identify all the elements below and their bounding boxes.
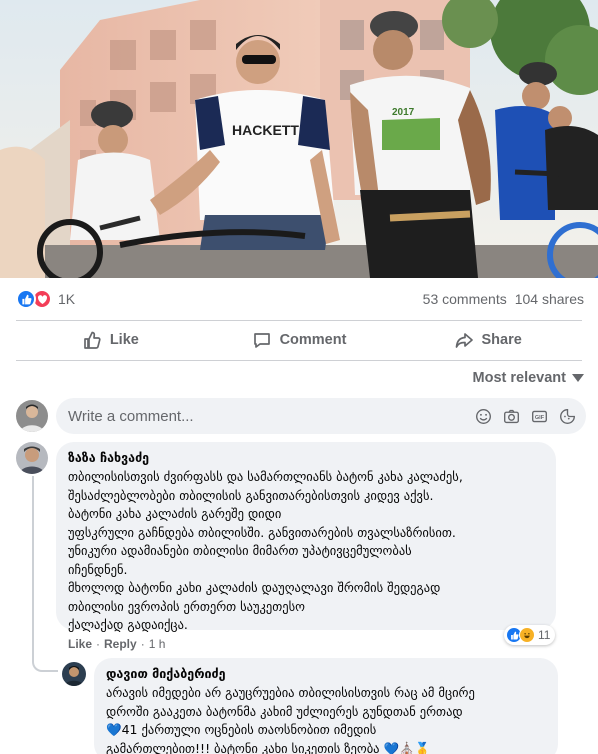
like-button-label: Like — [109, 332, 139, 348]
reply-line: გამართლებით!!! ბატონი კახი სიკეთის ზეობა… — [106, 740, 431, 754]
comment-input-box: GIF — [56, 398, 586, 434]
shirt-event-text: 2017 — [392, 107, 415, 118]
comment-bubble: ზაზა ჩახვაძე თბილისისთვის ძვირფასს და სა… — [56, 442, 556, 632]
like-reaction-icon — [16, 289, 36, 309]
blue-heart-emoji: 💙 — [383, 740, 400, 754]
comment-reaction-count: 11 — [538, 628, 551, 642]
comment-button-label: Comment — [279, 332, 347, 348]
reaction-icons[interactable] — [16, 289, 52, 309]
comment-text: თბილისისთვის ძვირფასს და სამართლიანს ბატ… — [68, 468, 544, 635]
reaction-count[interactable]: 1K — [58, 291, 75, 307]
comment-line: უფსკრული გაჩნდება თბილისში. განვითარების… — [68, 524, 456, 540]
commenter-avatar[interactable] — [16, 442, 48, 474]
like-button[interactable]: Like — [16, 321, 205, 359]
post-action-bar: Like Comment Share — [16, 321, 582, 359]
comment-author[interactable]: ზაზა ჩახვაძე — [68, 450, 544, 465]
sort-label: Most relevant — [472, 370, 566, 386]
reply-line: არავის იმედები არ გაუცრუებია თბილისისთვი… — [106, 685, 475, 700]
comment-line: ბატონი კახა კალაძის გარეშე დიდი — [68, 506, 282, 521]
comment-line: თბილისი ევროპის ერთერთ საუკეთესო — [68, 598, 305, 614]
gold-medal-emoji: 🥇 — [414, 740, 431, 754]
share-arrow-icon — [455, 333, 473, 348]
camera-icon[interactable] — [502, 407, 520, 425]
gif-icon[interactable]: GIF — [530, 407, 548, 425]
comment-meta: Like · Reply · 1 h — [68, 637, 166, 651]
current-user-avatar[interactable] — [16, 400, 48, 432]
comment-input[interactable] — [68, 407, 474, 425]
reply-line: 💙41 ქართული ოცნების თაოსნობით იმედის — [106, 722, 377, 737]
sticker-icon[interactable] — [558, 407, 576, 425]
comment-time[interactable]: 1 h — [149, 637, 166, 651]
haha-reaction-icon — [519, 627, 535, 643]
caret-down-icon — [572, 374, 584, 382]
church-emoji: ⛪ — [399, 740, 415, 754]
reply-line: დროში გააკეთა ბატონმა კახიმ უძლიერეს გუნ… — [106, 703, 463, 719]
comment-reactions[interactable]: 11 — [504, 625, 556, 645]
cycling-event-photo: HACKETT 2017 — [0, 0, 598, 278]
blue-heart-emoji: 💙 — [106, 722, 122, 737]
comment-line: იჩენდნენ. — [68, 561, 128, 577]
reply-author[interactable]: დავით მიქაბერიძე — [106, 666, 546, 681]
comment-line: მხოლოდ ბატონი კახი კალაძის დაუღალავი შრო… — [68, 580, 441, 595]
comment-reply-link[interactable]: Reply — [104, 637, 137, 651]
reply-thread-line — [32, 476, 58, 672]
thumbs-up-icon — [83, 331, 101, 349]
comment-line: უნიკური ადამიანები თბილისი მიმართ უპატივ… — [68, 543, 412, 558]
comments-count-link[interactable]: 53 comments — [423, 291, 507, 307]
svg-text:GIF: GIF — [534, 415, 544, 421]
reply-text: არავის იმედები არ გაუცრუებია თბილისისთვი… — [106, 684, 546, 754]
comment-like-link[interactable]: Like — [68, 637, 92, 651]
comment-icon — [253, 333, 270, 348]
share-button-label: Share — [481, 332, 522, 348]
reply-bubble: დავით მიქაბერიძე არავის იმედები არ გაუცრ… — [94, 658, 558, 754]
shirt-brand-text: HACKETT — [232, 122, 299, 138]
shares-count-link[interactable]: 104 shares — [515, 291, 584, 307]
emoji-icon[interactable] — [474, 407, 492, 425]
comment-button[interactable]: Comment — [205, 321, 394, 359]
comment-composer: GIF — [16, 398, 586, 434]
reply-author-avatar[interactable] — [62, 662, 86, 686]
comment-line: თბილისისთვის ძვირფასს და სამართლიანს ბატ… — [68, 469, 463, 484]
comment-line: ქალაქად გადაიქცა. — [68, 617, 188, 632]
comment-line: შესაძლებლობები თბილისის განვითარებისთვის… — [68, 487, 434, 503]
comment-sort-dropdown[interactable]: Most relevant — [473, 370, 584, 386]
post-photo[interactable]: HACKETT 2017 — [0, 0, 598, 278]
share-button[interactable]: Share — [393, 321, 582, 359]
reactions-summary: 1K 53 comments 104 shares — [0, 284, 598, 314]
divider — [16, 360, 582, 361]
